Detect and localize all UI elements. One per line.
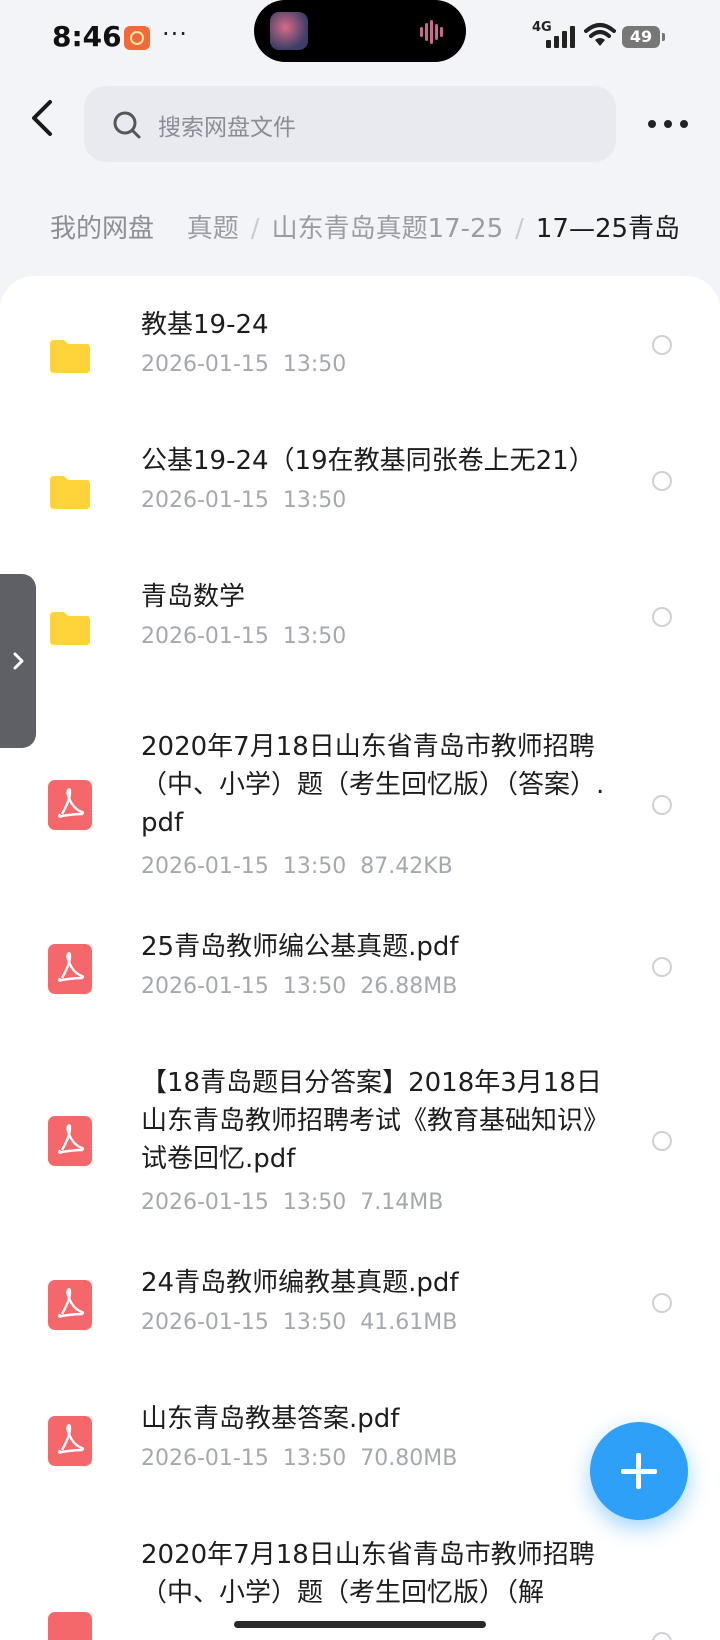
dynamic-island[interactable] <box>254 0 466 62</box>
back-button[interactable] <box>22 96 66 140</box>
breadcrumb-item-exams[interactable]: 真题 <box>187 214 239 244</box>
file-meta: 2026-01-15 13:50 26.88MB <box>141 974 458 999</box>
list-item[interactable]: 公基19-24（19在教基同张卷上无21） 2026-01-15 13:50 <box>0 442 720 552</box>
app-notification-icon <box>124 26 150 50</box>
file-name: 公基19-24（19在教基同张卷上无21） <box>141 446 595 476</box>
file-meta: 2026-01-15 13:50 <box>141 352 347 377</box>
breadcrumb: 我的网盘/真题/山东青岛真题17-25/17—25青岛 <box>50 208 680 252</box>
folder-icon <box>50 612 90 645</box>
add-button[interactable] <box>590 1422 688 1520</box>
audio-waveform-icon <box>419 20 444 44</box>
select-checkbox[interactable] <box>652 335 672 355</box>
list-item[interactable]: 教基19-24 2026-01-15 13:50 <box>0 306 720 416</box>
list-item[interactable]: 2020年7月18日山东省青岛市教师招聘（中、小学）题（考生回忆版）（答案）.p… <box>0 728 720 879</box>
file-meta: 2026-01-15 13:50 41.61MB <box>141 1310 458 1335</box>
search-icon <box>113 111 141 139</box>
breadcrumb-item-current: 17—25青岛 <box>535 214 681 244</box>
breadcrumb-separator: / <box>250 214 260 244</box>
select-checkbox[interactable] <box>652 607 672 627</box>
breadcrumb-item-my-drive[interactable]: 我的网盘 <box>50 214 154 244</box>
chevron-right-icon <box>13 652 24 670</box>
breadcrumb-item-shandong-qingdao[interactable]: 山东青岛真题17-25 <box>272 214 504 244</box>
file-name: 24青岛教师编教基真题.pdf <box>141 1268 459 1298</box>
breadcrumb-separator: / <box>515 214 524 244</box>
pdf-file-icon <box>48 1416 92 1466</box>
status-bar: 8:46 ··· 4G 49 <box>0 0 720 80</box>
folder-icon <box>50 476 90 509</box>
side-panel-handle[interactable] <box>0 574 36 748</box>
more-options-button[interactable] <box>640 108 696 144</box>
select-checkbox[interactable] <box>652 957 672 977</box>
list-item[interactable]: 青岛数学 2026-01-15 13:50 <box>0 578 720 688</box>
select-checkbox[interactable] <box>652 1632 672 1640</box>
file-name: 25青岛教师编公基真题.pdf <box>141 932 459 962</box>
file-meta: 2026-01-15 13:50 87.42KB <box>141 854 453 879</box>
select-checkbox[interactable] <box>652 795 672 815</box>
more-notifications-indicator: ··· <box>162 20 188 48</box>
list-item[interactable]: 24青岛教师编教基真题.pdf 2026-01-15 13:50 41.61MB <box>0 1264 720 1374</box>
pdf-file-icon <box>48 1612 92 1640</box>
file-name: 青岛数学 <box>141 582 246 612</box>
folder-icon <box>50 340 90 373</box>
battery-indicator: 49 <box>622 26 665 48</box>
pdf-file-icon <box>48 780 92 830</box>
select-checkbox[interactable] <box>652 1131 672 1151</box>
file-name: 【18青岛题目分答案】2018年3月18日山东青岛教师招聘考试《教育基础知识》试… <box>141 1068 610 1174</box>
select-checkbox[interactable] <box>652 1293 672 1313</box>
file-name: 2020年7月18日山东省青岛市教师招聘（中、小学）题（考生回忆版）（答案）.p… <box>141 732 605 838</box>
list-item[interactable]: 【18青岛题目分答案】2018年3月18日山东青岛教师招聘考试《教育基础知识》试… <box>0 1064 720 1215</box>
list-item[interactable]: 25青岛教师编公基真题.pdf 2026-01-15 13:50 26.88MB <box>0 928 720 1038</box>
search-input[interactable]: 搜索网盘文件 <box>84 86 616 162</box>
select-checkbox[interactable] <box>652 471 672 491</box>
file-meta: 2026-01-15 13:50 <box>141 488 347 513</box>
cellular-signal-icon <box>546 26 576 48</box>
file-meta: 2026-01-15 13:50 <box>141 624 347 649</box>
status-time: 8:46 <box>52 20 122 53</box>
pdf-file-icon <box>48 1280 92 1330</box>
file-meta: 2026-01-15 13:50 7.14MB <box>141 1190 444 1215</box>
file-name: 山东青岛教基答案.pdf <box>141 1404 400 1434</box>
home-indicator[interactable] <box>234 1621 486 1628</box>
now-playing-artwork <box>270 12 308 50</box>
pdf-file-icon <box>48 1116 92 1166</box>
pdf-file-icon <box>48 944 92 994</box>
wifi-icon <box>584 23 616 46</box>
search-placeholder: 搜索网盘文件 <box>158 115 296 141</box>
file-name: 教基19-24 <box>141 310 269 340</box>
file-meta: 2026-01-15 13:50 70.80MB <box>141 1446 458 1471</box>
